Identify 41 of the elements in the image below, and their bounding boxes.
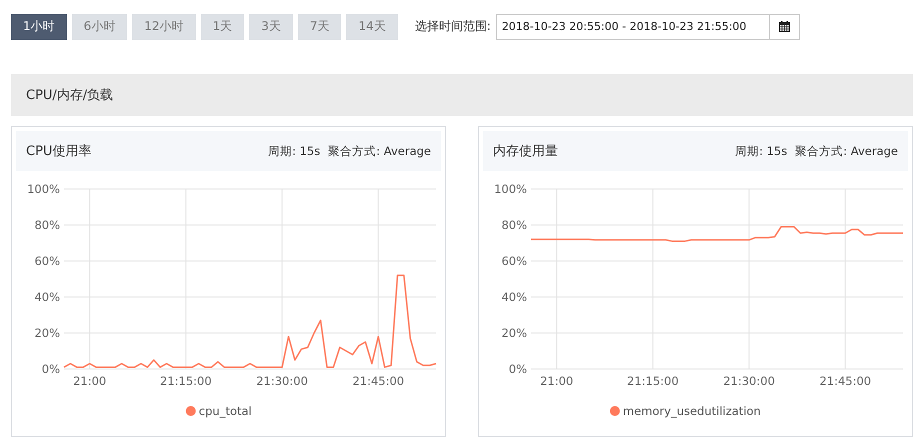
time-range-button[interactable]: 1小时: [11, 14, 67, 40]
y-axis-label: 40%: [501, 290, 527, 304]
legend-dot: [610, 406, 620, 416]
x-axis-label: 21:15:00: [627, 374, 679, 388]
x-axis-label: 21:45:00: [819, 374, 872, 388]
y-axis-label: 100%: [494, 182, 527, 196]
legend-label: memory_usedutilization: [622, 404, 761, 418]
y-axis-label: 100%: [27, 182, 60, 196]
legend-dot: [186, 406, 196, 416]
period-text: 周期: 15s: [268, 144, 320, 158]
time-range-button[interactable]: 7天: [298, 14, 342, 40]
y-axis-label: 0%: [508, 362, 527, 376]
y-axis-label: 60%: [501, 254, 527, 268]
section-title: CPU/内存/负载: [26, 87, 114, 104]
time-range-label: 选择时间范围:: [414, 18, 491, 35]
calendar-icon: [778, 21, 790, 32]
y-axis-label: 40%: [34, 290, 60, 304]
y-axis-label: 80%: [501, 218, 527, 232]
time-range-button[interactable]: 1天: [200, 14, 244, 40]
time-range-button[interactable]: 6小时: [72, 14, 128, 40]
time-range-field[interactable]: 2018-10-23 20:55:00 - 2018-10-23 21:55:00: [496, 14, 800, 40]
y-axis-label: 80%: [34, 218, 60, 232]
time-range-button[interactable]: 12小时: [132, 14, 196, 40]
time-range-button[interactable]: 14天: [346, 14, 398, 40]
x-axis-label: 21:30:00: [723, 374, 775, 388]
legend-label: cpu_total: [198, 404, 252, 418]
y-axis-label: 0%: [42, 362, 60, 376]
y-axis-label: 60%: [34, 254, 60, 268]
card-title: CPU使用率: [26, 143, 92, 160]
x-axis-label: 21:00: [540, 374, 574, 388]
x-axis-label: 21:30:00: [256, 374, 308, 388]
x-axis-label: 21:15:00: [160, 374, 212, 388]
time-range-button[interactable]: 3天: [249, 14, 293, 40]
x-axis-label: 21:45:00: [352, 374, 404, 388]
aggregation-text: 聚合方式: Average: [795, 144, 898, 158]
y-axis-label: 20%: [34, 326, 60, 340]
period-text: 周期: 15s: [735, 144, 788, 158]
x-axis-label: 21:00: [73, 374, 106, 388]
y-axis-label: 20%: [501, 326, 527, 340]
aggregation-text: 聚合方式: Average: [328, 144, 431, 158]
card-title: 内存使用量: [493, 143, 559, 160]
